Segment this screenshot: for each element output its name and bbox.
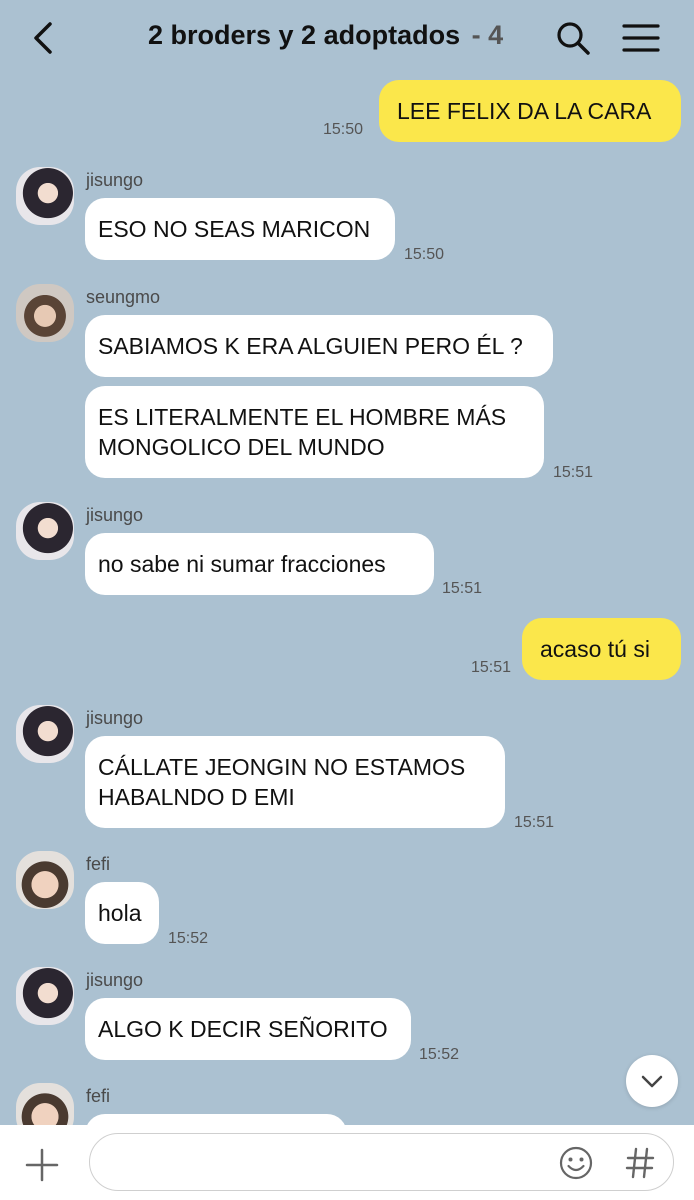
avatar[interactable] — [16, 502, 74, 560]
message-bubble[interactable]: ESO NO SEAS MARICON — [85, 198, 395, 260]
sender-name: jisungo — [86, 170, 144, 190]
hashtag-icon — [625, 1147, 655, 1179]
message-time: 15:51 — [514, 814, 555, 831]
chat-header: 2 broders y 2 adoptados - 4 — [0, 0, 694, 76]
sender-name: fefi — [86, 854, 111, 874]
message-bubble[interactable]: ALGO K DECIR SEÑORITO — [85, 998, 411, 1060]
message-input-bar — [0, 1125, 694, 1200]
message-bubble[interactable]: no sabe ni sumar fracciones — [85, 533, 434, 595]
message-time: 15:50 — [323, 121, 364, 138]
message-bubble[interactable]: ES LITERALMENTE EL HOMBRE MÁS MONGOLICO … — [85, 386, 544, 478]
menu-button[interactable] — [620, 18, 662, 58]
avatar[interactable] — [16, 284, 74, 342]
sender-name: jisungo — [86, 708, 144, 728]
sender-name: jisungo — [86, 505, 144, 525]
avatar[interactable] — [16, 705, 74, 763]
chat-title: 2 broders y 2 adoptados - 4 — [148, 20, 503, 51]
add-attachment-button[interactable] — [24, 1147, 60, 1183]
group-name: 2 broders y 2 adoptados — [148, 20, 461, 50]
emoji-button[interactable] — [558, 1145, 594, 1181]
my-message-bubble[interactable]: acaso tú si — [522, 618, 681, 680]
message-time: 15:51 — [471, 659, 512, 676]
message-bubble[interactable]: CÁLLATE JEONGIN NO ESTAMOS HABALNDO D EM… — [85, 736, 505, 828]
message-time: 15:50 — [404, 246, 445, 263]
hamburger-menu-icon — [622, 24, 660, 52]
emoji-icon — [559, 1146, 593, 1180]
message-time: 15:51 — [442, 580, 483, 597]
message-bubble[interactable]: hola — [85, 882, 159, 944]
avatar[interactable] — [16, 167, 74, 225]
avatar[interactable] — [16, 967, 74, 1025]
search-button[interactable] — [553, 18, 593, 58]
message-time: 15:52 — [419, 1046, 460, 1063]
hashtag-button[interactable] — [624, 1145, 656, 1181]
message-bubble[interactable]: SABIAMOS K ERA ALGUIEN PERO ÉL ? — [85, 315, 553, 377]
sender-name: jisungo — [86, 970, 144, 990]
message-time: 15:51 — [553, 464, 594, 481]
sender-name: fefi — [86, 1086, 111, 1106]
sender-name: seungmo — [86, 287, 161, 307]
plus-icon — [25, 1148, 59, 1182]
back-button[interactable] — [22, 14, 66, 62]
message-time: 15:52 — [168, 930, 209, 947]
scroll-down-button[interactable] — [626, 1055, 678, 1107]
member-count: - 4 — [464, 20, 504, 50]
search-icon — [557, 22, 590, 55]
chevron-left-icon — [34, 22, 52, 54]
my-message-bubble[interactable]: LEE FELIX DA LA CARA — [379, 80, 681, 142]
chevron-down-icon — [641, 1075, 663, 1088]
avatar[interactable] — [16, 851, 74, 909]
